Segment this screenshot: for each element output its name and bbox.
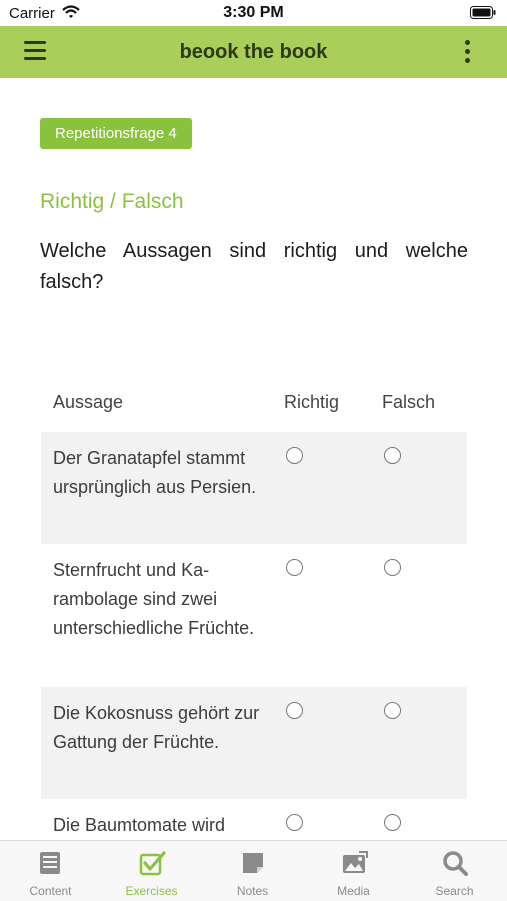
clock-label: 3:30 PM bbox=[223, 4, 284, 21]
question-text: Welche Aussagen sind richtig und welche … bbox=[40, 240, 468, 293]
tab-label: Content bbox=[29, 884, 72, 898]
search-icon bbox=[443, 851, 468, 876]
statement-text: Der Granatapfel stammt ursprünglich aus … bbox=[53, 448, 257, 497]
table-row: Die Kokosnuss gehört zur Gattung der Frü… bbox=[41, 687, 467, 799]
status-bar: Carrier 3:30 PM bbox=[0, 0, 507, 26]
true-radio[interactable] bbox=[286, 447, 303, 464]
true-radio[interactable] bbox=[286, 814, 303, 831]
question-type: Richtig / Falsch bbox=[40, 190, 184, 213]
statement-text: Die Kokosnuss gehört zur Gattung der Frü… bbox=[53, 703, 260, 752]
tab-exercises[interactable]: Exercises bbox=[101, 841, 202, 901]
table-row: Der Granatapfel stammt ursprünglich aus … bbox=[41, 432, 467, 544]
tab-content[interactable]: Content bbox=[0, 841, 101, 901]
tab-label: Notes bbox=[236, 884, 269, 898]
tab-label: Media bbox=[337, 884, 370, 898]
note-icon bbox=[243, 853, 263, 873]
true-radio[interactable] bbox=[286, 559, 303, 576]
false-radio[interactable] bbox=[384, 559, 401, 576]
tab-search[interactable]: Search bbox=[404, 841, 505, 901]
tab-media[interactable]: Media bbox=[303, 841, 404, 901]
statement-text: Die Baumtomate wird bbox=[53, 815, 226, 835]
statement-text: Sternfrucht und Ka­rambolage sind zwei u… bbox=[53, 560, 255, 638]
false-radio[interactable] bbox=[384, 447, 401, 464]
tab-label: Exercises bbox=[125, 884, 178, 898]
question-badge: Repetitionsfrage 4 bbox=[40, 118, 192, 149]
more-options-icon[interactable] bbox=[460, 40, 474, 66]
column-header-statement: Aussage bbox=[53, 392, 124, 412]
false-radio[interactable] bbox=[384, 814, 401, 831]
tab-notes[interactable]: Notes bbox=[202, 841, 303, 901]
table-header: Aussage Richtig Falsch bbox=[0, 392, 507, 416]
column-header-false: Falsch bbox=[382, 392, 436, 412]
column-header-true: Richtig bbox=[284, 392, 340, 412]
list-icon bbox=[40, 852, 60, 874]
tab-bar: Content Exercises Notes Media Search bbox=[0, 840, 507, 901]
false-radio[interactable] bbox=[384, 702, 401, 719]
app-header: beook the book bbox=[0, 26, 507, 78]
tab-label: Search bbox=[435, 884, 474, 898]
battery-icon bbox=[470, 6, 496, 19]
true-radio[interactable] bbox=[286, 702, 303, 719]
checkbox-icon bbox=[139, 851, 166, 876]
app-title: beook the book bbox=[179, 41, 328, 63]
table-row: Sternfrucht und Ka­rambolage sind zwei u… bbox=[41, 544, 467, 687]
image-icon bbox=[343, 851, 368, 873]
